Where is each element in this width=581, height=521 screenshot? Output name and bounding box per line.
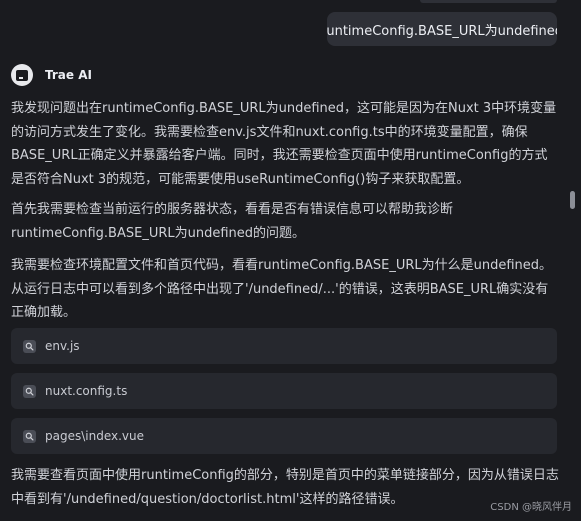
user-message-text: runtimeConfig.BASE_URL为undefined bbox=[327, 23, 557, 39]
assistant-paragraph: 首先我需要检查当前运行的服务器状态，看看是否有错误信息可以帮助我诊断runtim… bbox=[11, 202, 454, 241]
assistant-paragraph: 我需要检查环境配置文件和首页代码，看看runtimeConfig.BASE_UR… bbox=[11, 258, 553, 320]
file-reference-label: pages\index.vue bbox=[45, 429, 144, 443]
file-reference-nuxt-config[interactable]: nuxt.config.ts bbox=[11, 373, 557, 409]
assistant-paragraph: 我发现问题出在runtimeConfig.BASE_URL为undefined，… bbox=[11, 101, 557, 187]
scrollbar-thumb[interactable] bbox=[570, 191, 575, 209]
watermark: CSDN @晓风伴月 bbox=[490, 502, 572, 513]
file-reference-label: env.js bbox=[45, 339, 80, 353]
search-icon bbox=[23, 384, 36, 398]
file-reference-index-vue[interactable]: pages\index.vue bbox=[11, 418, 557, 454]
previous-message-stub bbox=[420, 0, 557, 3]
file-reference-env-js[interactable]: env.js bbox=[11, 328, 557, 364]
user-message-bubble: runtimeConfig.BASE_URL为undefined bbox=[327, 12, 557, 46]
assistant-paragraph: 我需要查看页面中使用runtimeConfig的部分，特别是首页中的菜单链接部分… bbox=[11, 468, 559, 507]
scrollbar[interactable] bbox=[568, 185, 578, 215]
search-icon bbox=[23, 339, 36, 353]
assistant-avatar-icon bbox=[11, 64, 33, 86]
file-reference-label: nuxt.config.ts bbox=[45, 384, 128, 398]
assistant-header: Trae AI bbox=[11, 64, 92, 86]
search-icon bbox=[23, 429, 36, 443]
assistant-name: Trae AI bbox=[45, 68, 92, 82]
